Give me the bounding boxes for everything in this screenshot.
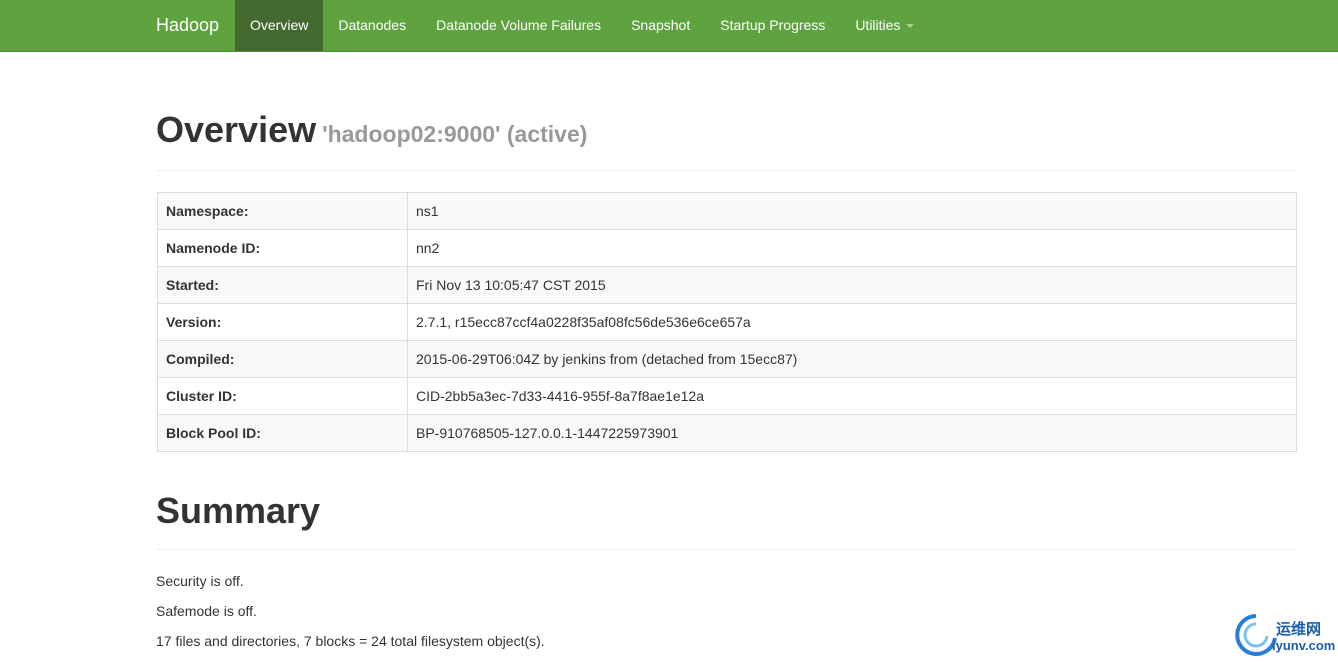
brand-link[interactable]: Hadoop [156, 0, 219, 51]
row-value: Fri Nov 13 10:05:47 CST 2015 [407, 266, 1297, 304]
overview-subtitle: 'hadoop02:9000' (active) [322, 121, 588, 147]
nav-item-overview[interactable]: Overview [235, 0, 324, 51]
nav-item-startup-progress[interactable]: Startup Progress [705, 0, 840, 51]
nav-item-datanodes[interactable]: Datanodes [323, 0, 421, 51]
row-key: Cluster ID: [157, 377, 408, 415]
table-row: Version: 2.7.1, r15ecc87ccf4a0228f35af08… [157, 303, 1297, 341]
table-row: Namespace: ns1 [157, 192, 1297, 230]
overview-title-text: Overview [156, 109, 317, 150]
row-key: Version: [157, 303, 408, 341]
nav-item-snapshot[interactable]: Snapshot [616, 0, 705, 51]
nav-item-datanode-volume-failures[interactable]: Datanode Volume Failures [421, 0, 616, 51]
overview-title: Overview'hadoop02:9000' (active) [156, 106, 1296, 158]
row-key: Namenode ID: [157, 229, 408, 267]
row-key: Started: [157, 266, 408, 304]
watermark-text-cn: 运维网 [1276, 621, 1322, 638]
summary-title: Summary [156, 490, 321, 531]
filesystem-object-count: 17 files and directories, 7 blocks = 24 … [156, 633, 545, 649]
row-value: 2.7.1, r15ecc87ccf4a0228f35af08fc56de536… [407, 303, 1297, 341]
row-key: Block Pool ID: [157, 414, 408, 452]
summary-header: Summary [156, 484, 1296, 550]
security-status: Security is off. [156, 573, 244, 589]
overview-table: Namespace: ns1 Namenode ID: nn2 Started:… [157, 192, 1297, 452]
row-value: BP-910768505-127.0.0.1-1447225973901 [407, 414, 1297, 452]
row-key: Compiled: [157, 340, 408, 378]
summary-content: Security is off. Safemode is off. 17 fil… [156, 572, 545, 662]
row-value: ns1 [407, 192, 1297, 230]
table-row: Namenode ID: nn2 [157, 229, 1297, 267]
safemode-status: Safemode is off. [156, 603, 257, 619]
watermark-logo: 运维网 iyunv.com [1234, 612, 1336, 658]
nav-item-utilities-label: Utilities [855, 17, 901, 33]
overview-header: Overview'hadoop02:9000' (active) [156, 106, 1296, 171]
caret-down-icon [906, 24, 915, 29]
watermark-text-domain: iyunv.com [1272, 638, 1336, 653]
row-value: nn2 [407, 229, 1297, 267]
row-key: Namespace: [157, 192, 408, 230]
nav-menu: Overview Datanodes Datanode Volume Failu… [235, 0, 929, 51]
nav-item-utilities[interactable]: Utilities [840, 0, 929, 51]
top-navbar: Hadoop Overview Datanodes Datanode Volum… [0, 0, 1338, 52]
table-row: Block Pool ID: BP-910768505-127.0.0.1-14… [157, 414, 1297, 452]
row-value: CID-2bb5a3ec-7d33-4416-955f-8a7f8ae1e12a [407, 377, 1297, 415]
row-value: 2015-06-29T06:04Z by jenkins from (detac… [407, 340, 1297, 378]
table-row: Started: Fri Nov 13 10:05:47 CST 2015 [157, 266, 1297, 304]
table-row: Cluster ID: CID-2bb5a3ec-7d33-4416-955f-… [157, 377, 1297, 415]
table-row: Compiled: 2015-06-29T06:04Z by jenkins f… [157, 340, 1297, 378]
